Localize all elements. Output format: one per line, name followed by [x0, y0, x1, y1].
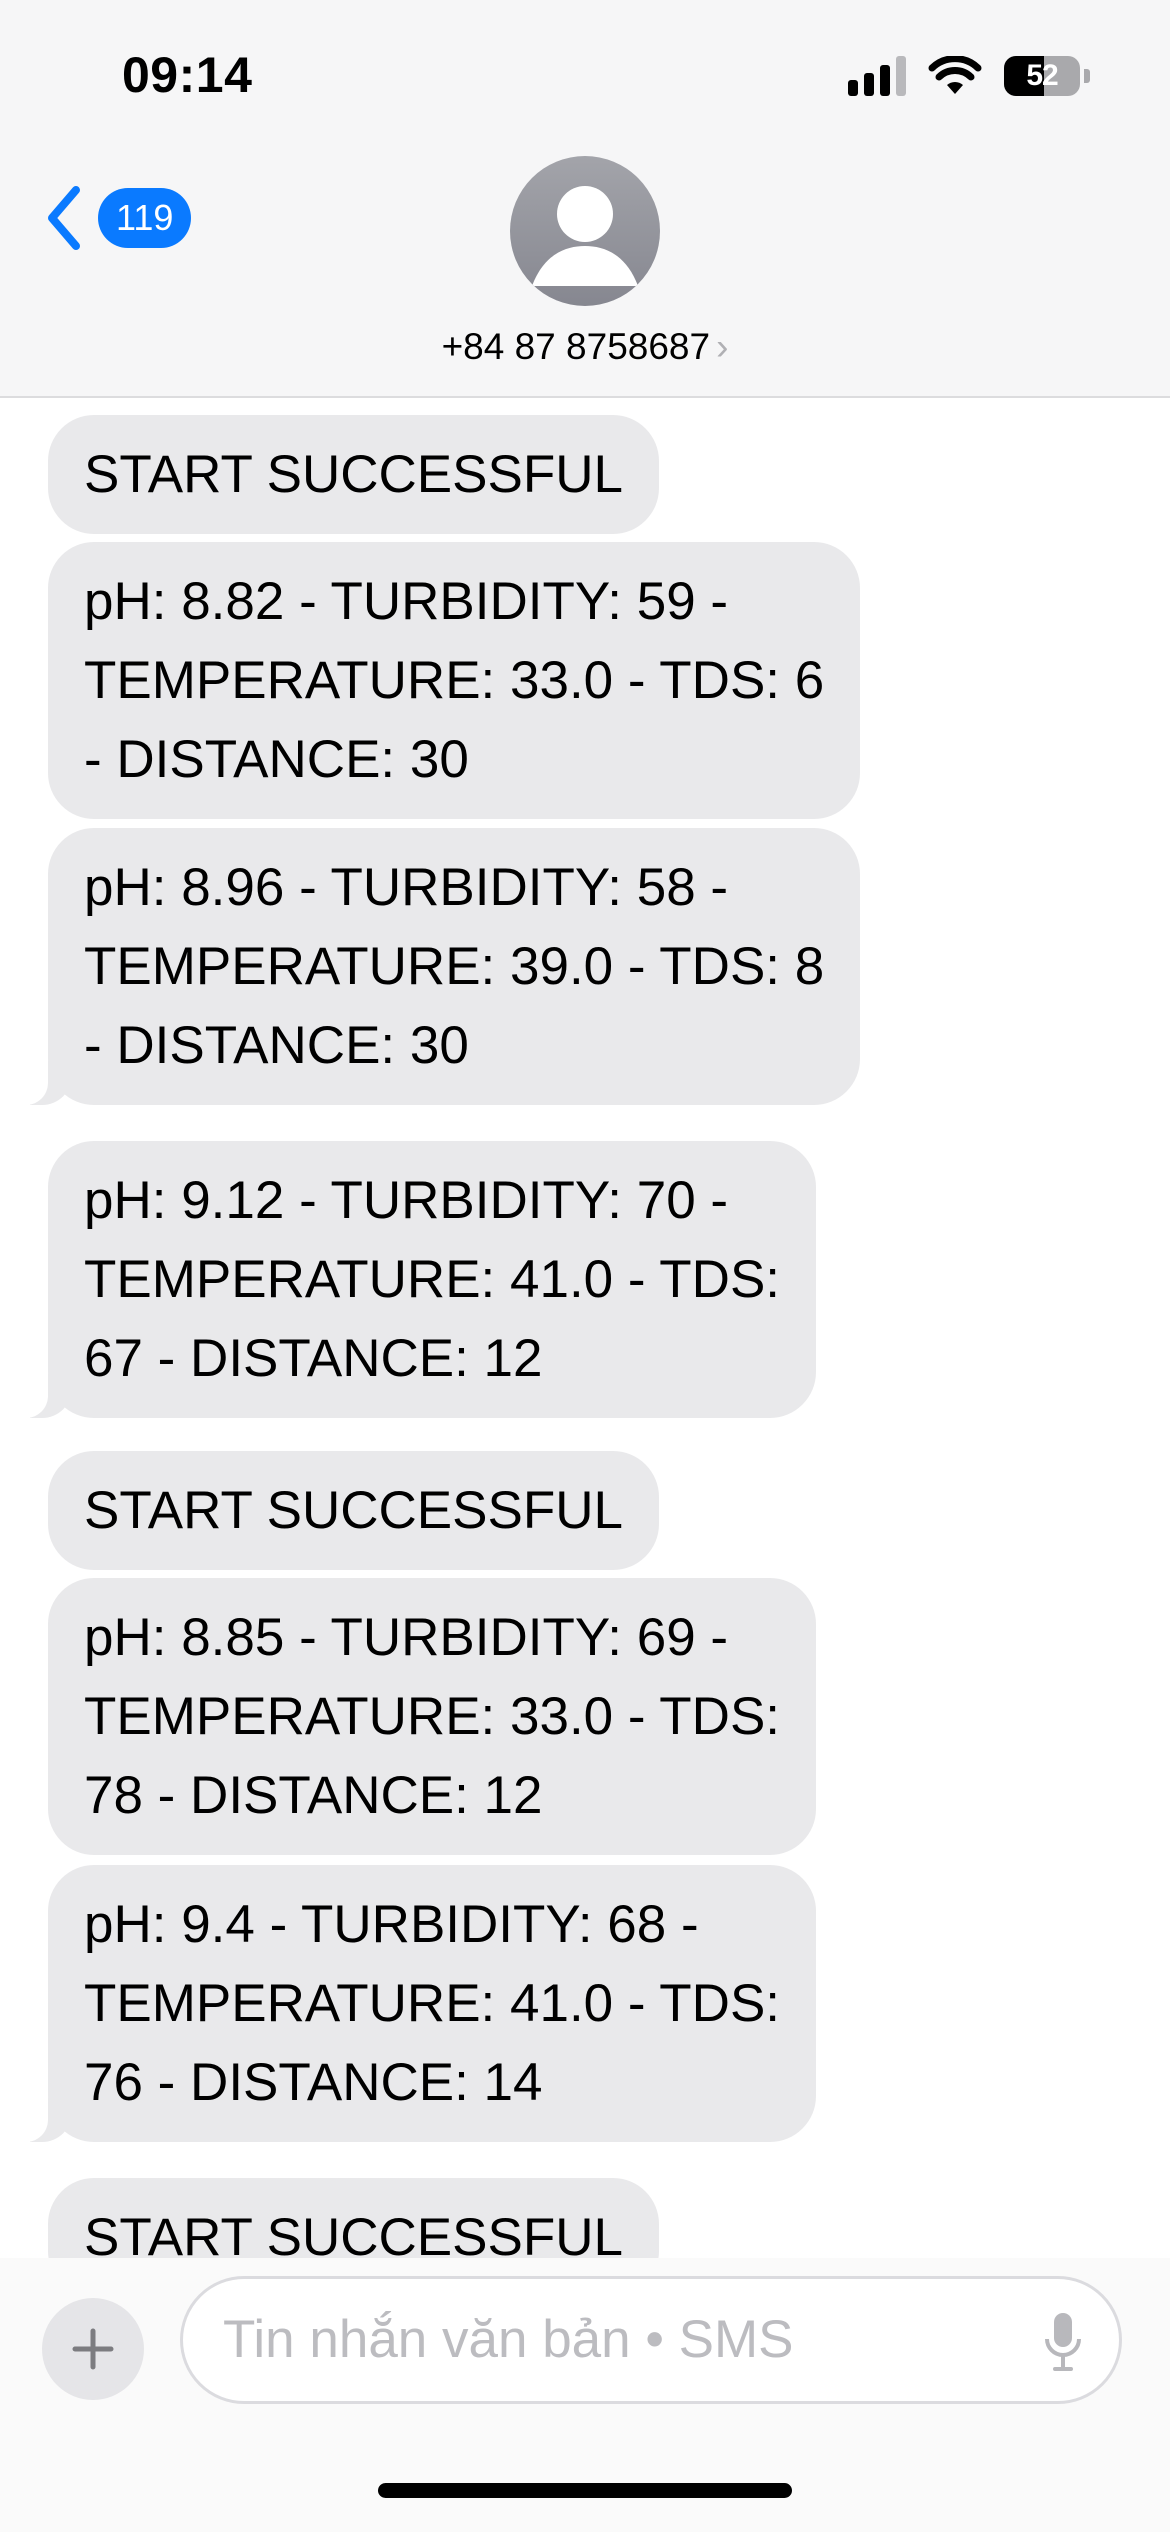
message-bubble[interactable]: START SUCCESSFUL [48, 1451, 659, 1570]
message-input[interactable]: Tin nhắn văn bản • SMS [180, 2276, 1122, 2404]
message-bubble[interactable]: pH: 8.82 - TURBIDITY: 59 - TEMPERATURE: … [48, 542, 861, 819]
contact-name-button[interactable]: +84 87 8758687 › [0, 326, 1170, 368]
microphone-icon[interactable] [1043, 2311, 1083, 2373]
message-bubble[interactable]: pH: 8.85 - TURBIDITY: 69 - TEMPERATURE: … [48, 1578, 817, 1855]
composer-bar: Tin nhắn văn bản • SMS [0, 2258, 1170, 2532]
back-button[interactable]: 119 [44, 186, 192, 250]
person-icon [532, 186, 638, 286]
plus-icon [72, 2328, 114, 2370]
wifi-icon [928, 56, 982, 94]
battery-level: 52 [1026, 59, 1058, 92]
conversation-header: 09:14 52 119 +84 87 8758687 › [0, 0, 1170, 398]
message-bubble[interactable]: pH: 9.12 - TURBIDITY: 70 - TEMPERATURE: … [13, 1141, 817, 1418]
unread-count-badge: 119 [98, 188, 192, 248]
message-input-placeholder: Tin nhắn văn bản • SMS [223, 2310, 794, 2369]
home-indicator[interactable] [378, 2483, 792, 2498]
message-bubble[interactable]: START SUCCESSFUL [48, 415, 659, 534]
message-bubble[interactable]: pH: 8.96 - TURBIDITY: 58 - TEMPERATURE: … [13, 828, 861, 1105]
cellular-signal-icon [848, 56, 906, 96]
add-attachment-button[interactable] [42, 2298, 144, 2400]
contact-phone-number: +84 87 8758687 [441, 326, 711, 367]
status-time: 09:14 [122, 47, 253, 103]
status-indicators: 52 [848, 52, 1090, 100]
contact-avatar[interactable] [510, 156, 660, 306]
battery-icon: 52 [1004, 56, 1080, 96]
chevron-right-icon: › [716, 326, 729, 367]
message-list[interactable]: START SUCCESSFUL pH: 8.82 - TURBIDITY: 5… [0, 398, 1170, 2258]
message-bubble[interactable]: pH: 9.4 - TURBIDITY: 68 - TEMPERATURE: 4… [13, 1865, 817, 2142]
chevron-left-icon [48, 186, 80, 250]
message-bubble[interactable]: START SUCCESSFUL [48, 2178, 659, 2258]
